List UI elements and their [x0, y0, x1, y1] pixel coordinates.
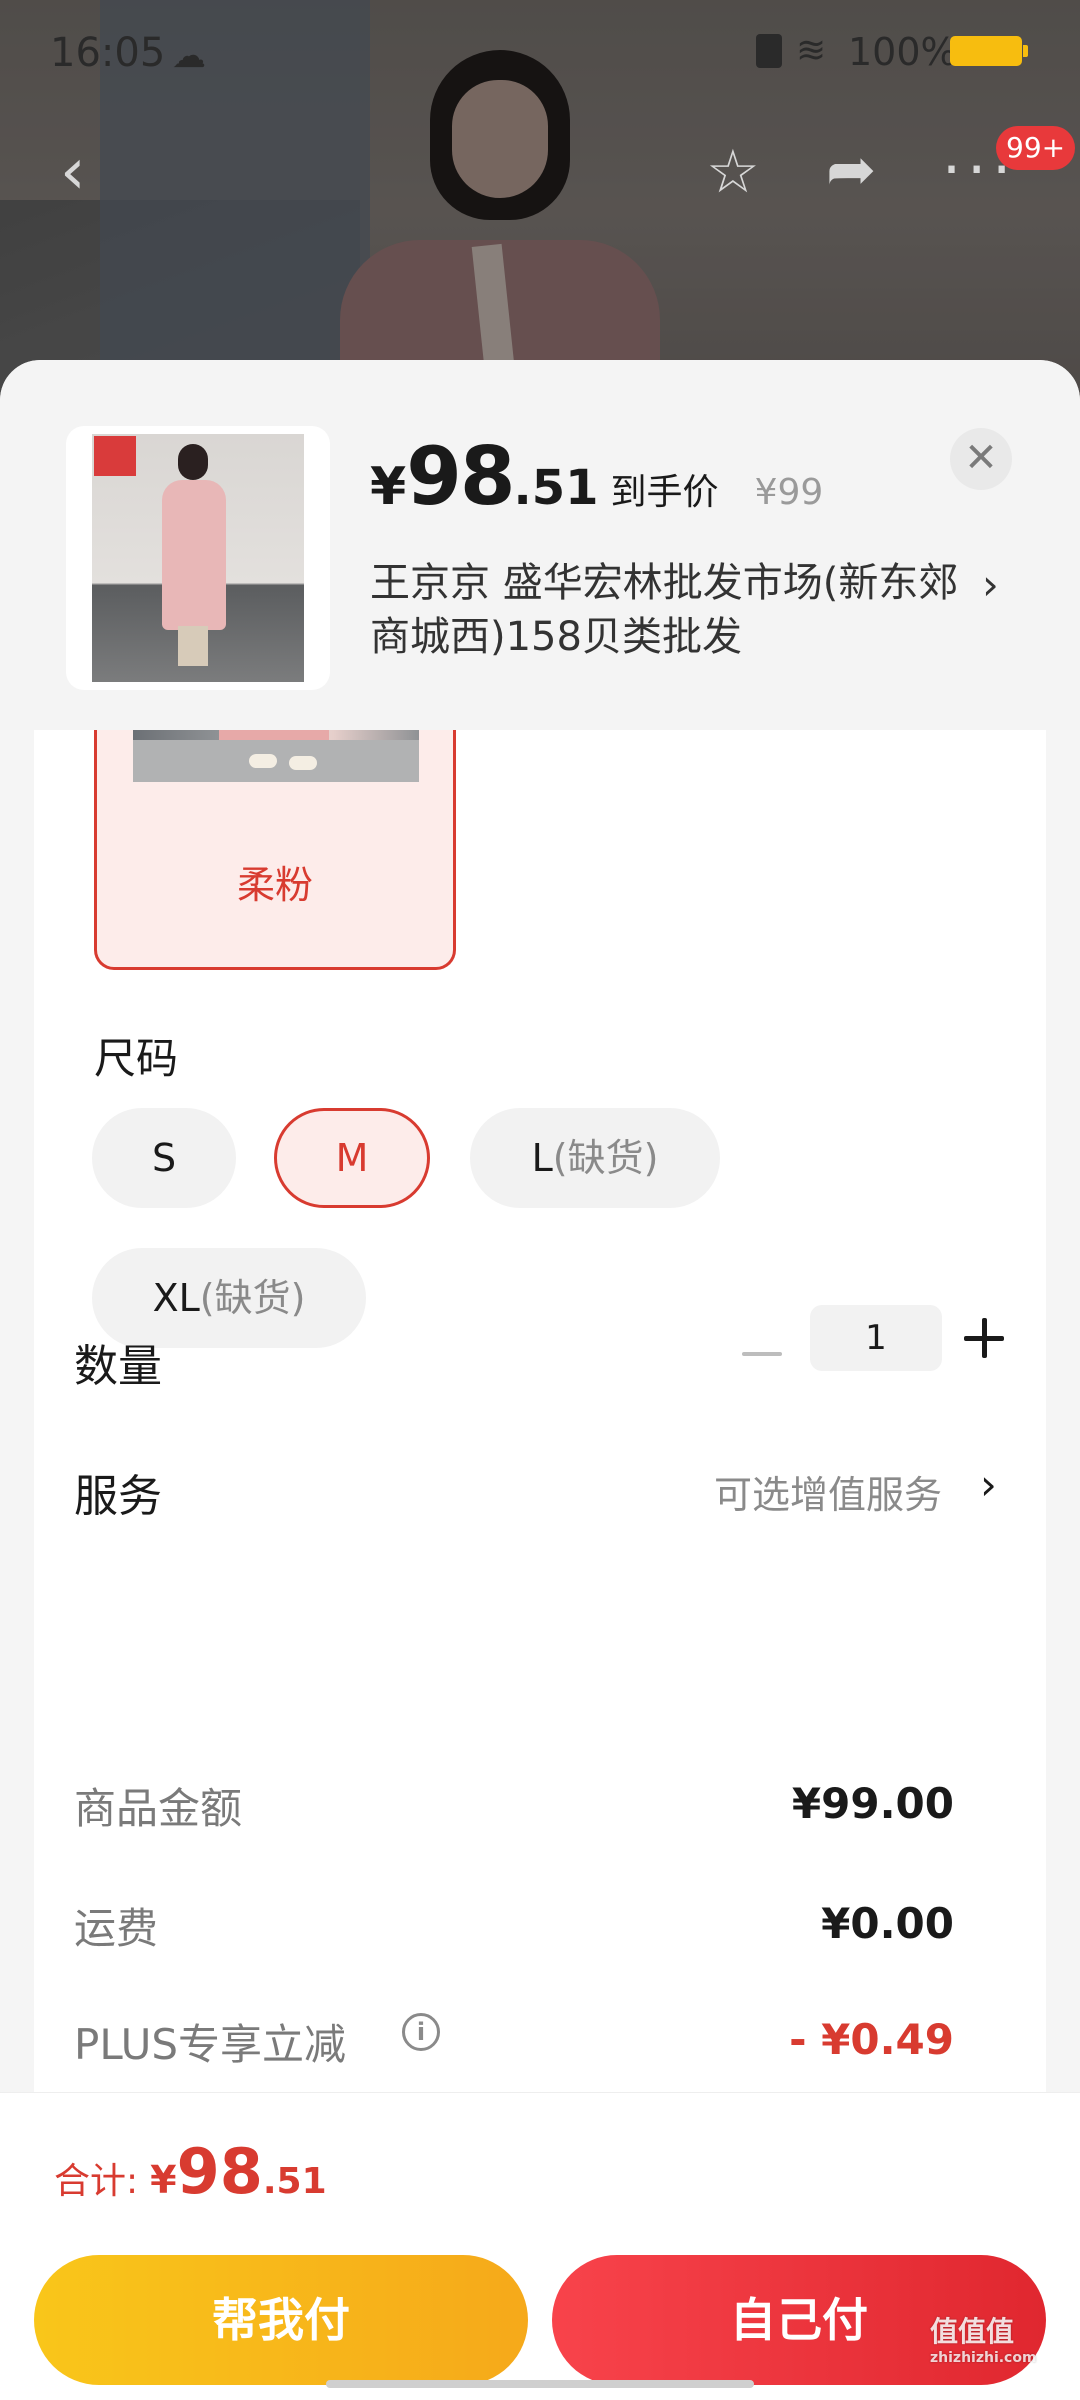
size-option-l[interactable]: L(缺货): [470, 1108, 720, 1208]
size-option-m[interactable]: M: [274, 1108, 430, 1208]
price-label: 到手价: [610, 472, 719, 513]
chevron-right-icon[interactable]: ›: [982, 560, 999, 609]
goods-amount-value: ¥99.00: [791, 1779, 954, 1828]
status-bar: 16:05 ☁ ≋ 100%: [0, 0, 1080, 100]
shipping-label: 运费: [74, 1904, 159, 1953]
battery-icon: [950, 36, 1028, 66]
product-summary: ¥98.51 到手价 ¥99 ✕ 王京京 盛华宏林批发市场(新东郊商城西)158贝类…: [0, 360, 1080, 730]
plus-discount-label: PLUS专享立减: [74, 2020, 347, 2069]
checkout-bar: 合计: ¥98.51 帮我付 自己付: [0, 2092, 1080, 2400]
plus-discount-value: - ¥0.49: [789, 2015, 954, 2064]
back-icon[interactable]: ‹: [60, 140, 86, 204]
final-price: ¥98.51 到手价 ¥99: [370, 430, 824, 523]
favorite-star-icon[interactable]: ☆: [706, 142, 760, 202]
quantity-plus-button[interactable]: [964, 1318, 1004, 1358]
original-price: ¥99: [754, 472, 824, 513]
home-indicator[interactable]: [326, 2380, 754, 2388]
total-price: 合计: ¥98.51: [54, 2135, 327, 2208]
color-option-label: 柔粉: [236, 863, 313, 907]
help-pay-button[interactable]: 帮我付: [34, 2255, 528, 2385]
quantity-input[interactable]: 1: [810, 1305, 942, 1371]
watermark: 值值值 zhizhizhi.com: [930, 2315, 1037, 2366]
sim-icon: [756, 34, 782, 68]
share-icon[interactable]: ➦: [826, 140, 876, 200]
wifi-icon: ≋: [796, 30, 827, 71]
status-time: 16:05: [50, 30, 166, 76]
message-badge: 99+: [996, 126, 1076, 170]
info-icon[interactable]: i: [402, 2013, 440, 2051]
service-label: 服务: [74, 1471, 162, 1522]
close-button[interactable]: ✕: [950, 428, 1012, 490]
battery-percent: 100%: [848, 30, 957, 74]
cloud-icon: ☁: [172, 36, 206, 76]
quantity-minus-button[interactable]: [742, 1334, 782, 1374]
service-option[interactable]: 可选增值服务: [714, 1464, 942, 1519]
shipping-value: ¥0.00: [821, 1899, 954, 1948]
chevron-right-icon[interactable]: ›: [980, 1460, 997, 1509]
size-title: 尺码: [94, 1034, 179, 1083]
size-option-s[interactable]: S: [92, 1108, 236, 1208]
store-name[interactable]: 王京京 盛华宏林批发市场(新东郊商城西)158贝类批发: [370, 556, 970, 664]
product-thumbnail[interactable]: [66, 426, 330, 690]
quantity-label: 数量: [74, 1341, 162, 1392]
brand-logo-icon: [94, 436, 136, 476]
goods-amount-label: 商品金额: [74, 1784, 243, 1833]
